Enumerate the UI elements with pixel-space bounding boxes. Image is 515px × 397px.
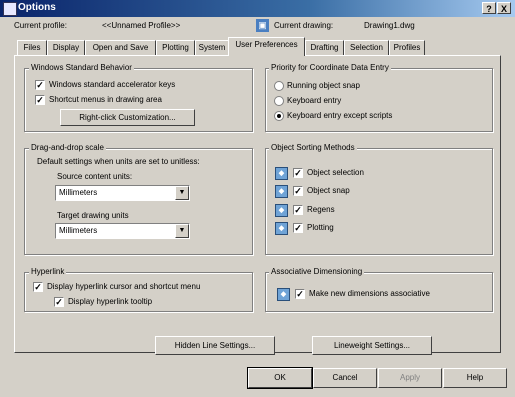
radio-keyboard-entry[interactable] — [274, 96, 284, 106]
object-selection-checkbox[interactable]: ✓ — [293, 168, 303, 178]
target-units-value: Millimeters — [59, 226, 98, 235]
tab-open-and-save[interactable]: Open and Save — [85, 40, 156, 55]
hyperlink-cursor-checkbox[interactable]: ✓ — [33, 282, 43, 292]
keyboard-entry-label: Keyboard entry — [287, 96, 342, 105]
hyperlink-cursor-label: Display hyperlink cursor and shortcut me… — [47, 282, 201, 291]
chevron-down-icon[interactable]: ▼ — [175, 186, 189, 200]
sort-option-icon: ◆ — [275, 222, 288, 235]
profile-label: Current profile: — [14, 21, 67, 30]
profile-value: <<Unnamed Profile>> — [102, 21, 181, 30]
drawing-icon: ▣ — [256, 19, 269, 32]
priority-title: Priority for Coordinate Data Entry — [269, 63, 391, 72]
close-button[interactable]: X — [497, 2, 511, 14]
source-units-select[interactable]: Millimeters ▼ — [55, 185, 190, 201]
hyperlink-tooltip-checkbox[interactable]: ✓ — [54, 297, 64, 307]
windows-behavior-title: Windows Standard Behavior — [29, 63, 134, 72]
drawing-value: Drawing1.dwg — [364, 21, 415, 30]
keyboard-except-scripts-label: Keyboard entry except scripts — [287, 111, 393, 120]
target-units-label: Target drawing units — [57, 211, 129, 220]
title-bar — [0, 0, 515, 17]
object-sorting-title: Object Sorting Methods — [269, 143, 357, 152]
associative-checkbox[interactable]: ✓ — [295, 289, 305, 299]
associative-title: Associative Dimensioning — [269, 267, 365, 276]
drawing-label: Current drawing: — [274, 21, 334, 30]
help-button[interactable]: Help — [443, 368, 507, 388]
shortcut-menus-label: Shortcut menus in drawing area — [49, 95, 162, 104]
tab-plotting[interactable]: Plotting — [156, 40, 195, 55]
object-snap-checkbox[interactable]: ✓ — [293, 186, 303, 196]
regens-label: Regens — [307, 205, 335, 214]
dragdrop-description: Default settings when units are set to u… — [37, 157, 200, 166]
tab-selection[interactable]: Selection — [344, 40, 389, 55]
object-sorting-group — [265, 148, 493, 255]
tab-system[interactable]: System — [195, 40, 229, 55]
app-icon — [3, 2, 17, 16]
cancel-button[interactable]: Cancel — [313, 368, 377, 388]
hyperlink-title: Hyperlink — [29, 267, 67, 276]
radio-keyboard-except-scripts[interactable] — [274, 111, 284, 121]
window-title: Options — [18, 2, 56, 13]
right-click-customization-button[interactable]: Right-click Customization... — [60, 109, 195, 126]
tab-drafting[interactable]: Drafting — [305, 40, 344, 55]
tab-profiles[interactable]: Profiles — [389, 40, 425, 55]
sort-option-icon: ◆ — [275, 167, 288, 180]
ok-button[interactable]: OK — [247, 367, 313, 389]
tab-display[interactable]: Display — [47, 40, 85, 55]
radio-running-object-snap[interactable] — [274, 81, 284, 91]
object-selection-label: Object selection — [307, 168, 364, 177]
target-units-select[interactable]: Millimeters ▼ — [55, 223, 190, 239]
sort-option-icon: ◆ — [275, 185, 288, 198]
regens-checkbox[interactable]: ✓ — [293, 205, 303, 215]
dragdrop-title: Drag-and-drop scale — [29, 143, 106, 152]
tab-user-preferences[interactable]: User Preferences — [228, 37, 305, 56]
associative-label: Make new dimensions associative — [309, 289, 430, 298]
associative-icon: ◆ — [277, 288, 290, 301]
accelerator-label: Windows standard accelerator keys — [49, 80, 176, 89]
hidden-line-settings-button[interactable]: Hidden Line Settings... — [155, 336, 275, 355]
plotting-label: Plotting — [307, 223, 334, 232]
source-units-value: Millimeters — [59, 188, 98, 197]
shortcut-menus-checkbox[interactable]: ✓ — [35, 95, 45, 105]
sort-option-icon: ◆ — [275, 204, 288, 217]
source-units-label: Source content units: — [57, 172, 133, 181]
accelerator-checkbox[interactable]: ✓ — [35, 80, 45, 90]
running-object-snap-label: Running object snap — [287, 81, 360, 90]
lineweight-settings-button[interactable]: Lineweight Settings... — [312, 336, 432, 355]
object-snap-label: Object snap — [307, 186, 350, 195]
chevron-down-icon[interactable]: ▼ — [175, 224, 189, 238]
apply-button[interactable]: Apply — [378, 368, 442, 388]
tab-files[interactable]: Files — [17, 40, 47, 55]
help-title-button[interactable]: ? — [482, 2, 496, 14]
hyperlink-tooltip-label: Display hyperlink tooltip — [68, 297, 153, 306]
plotting-checkbox[interactable]: ✓ — [293, 223, 303, 233]
